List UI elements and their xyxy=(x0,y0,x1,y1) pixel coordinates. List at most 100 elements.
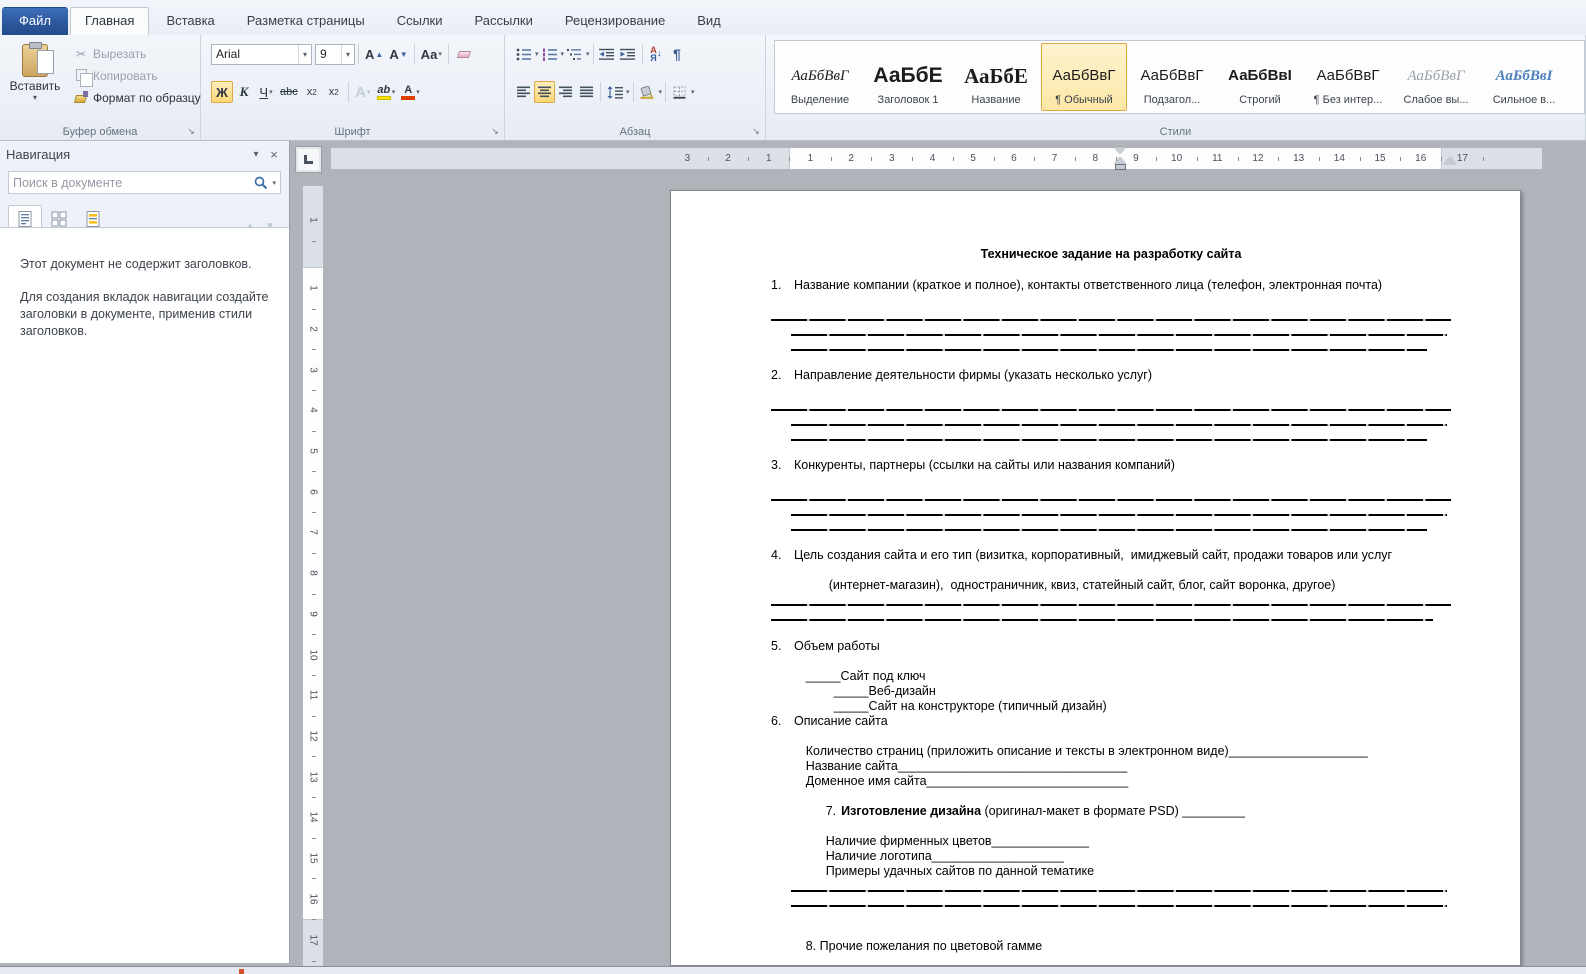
paste-button[interactable]: Вставить ▾ xyxy=(6,39,64,117)
font-size-combo[interactable]: 9 ▾ xyxy=(315,44,355,65)
doc-line[interactable] xyxy=(771,353,1451,368)
align-center-button[interactable] xyxy=(534,81,555,103)
doc-line[interactable] xyxy=(771,398,1451,413)
doc-line[interactable]: 6.Описание сайта xyxy=(771,714,1451,729)
align-right-button[interactable] xyxy=(555,81,576,103)
doc-line[interactable] xyxy=(771,894,1451,909)
style-item[interactable]: АаБбВвІ Сильное в... xyxy=(1481,43,1567,111)
style-item[interactable]: АаБбВвГ Подзагол... xyxy=(1129,43,1215,111)
doc-line[interactable] xyxy=(771,413,1451,428)
chevron-down-icon[interactable]: ▾ xyxy=(272,179,276,187)
shrink-font-button[interactable]: А▼ xyxy=(386,43,410,65)
doc-line[interactable]: (интернет-магазин), одностраничник, квиз… xyxy=(771,563,1451,578)
dialog-launcher-icon[interactable]: ↘ xyxy=(489,125,501,137)
sort-button[interactable]: АЯ↓ xyxy=(646,43,667,65)
bold-button[interactable]: Ж xyxy=(211,81,233,103)
clear-formatting-button[interactable] xyxy=(452,43,474,65)
justify-button[interactable] xyxy=(576,81,597,103)
ribbon-tab[interactable]: Файл xyxy=(2,7,68,35)
vertical-ruler[interactable]: 1 12345678910111213141516 17 xyxy=(302,185,324,974)
change-case-button[interactable]: Аа▾ xyxy=(418,43,445,65)
doc-line[interactable] xyxy=(771,533,1451,548)
copy-button[interactable]: Копировать xyxy=(72,65,201,87)
show-paragraph-marks-button[interactable]: ¶ xyxy=(667,43,688,65)
doc-line[interactable] xyxy=(771,623,1451,639)
ribbon-tab[interactable]: Вставка xyxy=(151,7,229,35)
doc-line[interactable]: Количество страниц (приложить описание и… xyxy=(771,729,1451,744)
search-icon[interactable] xyxy=(254,176,268,190)
font-color-button[interactable]: А ▾ xyxy=(398,81,423,103)
style-item[interactable]: АаБбЕ Название xyxy=(953,43,1039,111)
decrease-indent-button[interactable] xyxy=(597,43,618,65)
underline-button[interactable]: Ч▾ xyxy=(255,81,277,103)
doc-line[interactable] xyxy=(771,488,1451,503)
doc-line[interactable] xyxy=(771,518,1451,533)
doc-line[interactable] xyxy=(771,308,1451,323)
dialog-launcher-icon[interactable]: ↘ xyxy=(750,125,762,137)
italic-button[interactable]: К xyxy=(233,81,255,103)
ribbon-tab[interactable]: Рецензирование xyxy=(550,7,680,35)
doc-line[interactable] xyxy=(771,383,1451,398)
text-effects-button[interactable]: А▾ xyxy=(352,81,374,103)
doc-line[interactable] xyxy=(771,443,1451,458)
doc-line[interactable]: 2.Направление деятельности фирмы (указат… xyxy=(771,368,1451,383)
doc-line[interactable] xyxy=(771,954,1451,966)
line-spacing-button[interactable] xyxy=(604,81,625,103)
tab-stop-selector[interactable] xyxy=(295,146,322,173)
document-title[interactable]: Техническое задание на разработку сайта xyxy=(771,247,1451,262)
ribbon-tab[interactable]: Рассылки xyxy=(460,7,548,35)
style-item[interactable]: АаБбВвГ Выделение xyxy=(777,43,863,111)
doc-line[interactable]: 1.Название компании (краткое и полное), … xyxy=(771,278,1451,293)
doc-line[interactable] xyxy=(771,879,1451,894)
format-painter-button[interactable]: Формат по образцу xyxy=(72,87,201,109)
doc-line[interactable]: 7.Изготовление дизайна (оригинал-макет в… xyxy=(771,789,1451,804)
pane-close-button[interactable]: × xyxy=(265,147,283,162)
superscript-button[interactable]: х2 xyxy=(323,81,345,103)
highlight-button[interactable]: ab ▾ xyxy=(374,81,399,103)
style-item[interactable]: АаБбВвГ ¶ Без интер... xyxy=(1305,43,1391,111)
doc-line[interactable]: Наличие фирменных цветов______________ xyxy=(771,819,1451,834)
document-search-input[interactable]: Поиск в документе ▾ xyxy=(8,171,281,194)
doc-line[interactable] xyxy=(771,503,1451,518)
strikethrough-button[interactable]: abc xyxy=(277,81,301,103)
doc-line[interactable] xyxy=(771,338,1451,353)
status-bar[interactable] xyxy=(0,966,1586,974)
style-item[interactable]: АаБбЕ Заголовок 1 xyxy=(865,43,951,111)
dialog-launcher-icon[interactable]: ↘ xyxy=(185,125,197,137)
doc-line[interactable] xyxy=(771,608,1451,623)
doc-line[interactable] xyxy=(771,428,1451,443)
borders-button[interactable] xyxy=(669,81,690,103)
ribbon-tab[interactable]: Ссылки xyxy=(382,7,458,35)
doc-line[interactable] xyxy=(771,293,1451,308)
doc-line[interactable]: 3.Конкуренты, партнеры (ссылки на сайты … xyxy=(771,458,1451,473)
doc-line[interactable]: 8. Прочие пожелания по цветовой гамме xyxy=(771,924,1451,939)
grow-font-button[interactable]: А▲ xyxy=(362,43,386,65)
left-indent-marker[interactable] xyxy=(1115,164,1126,170)
shading-button[interactable] xyxy=(637,81,658,103)
document-page[interactable]: Техническое задание на разработку сайта … xyxy=(670,190,1521,966)
bullets-button[interactable] xyxy=(513,43,534,65)
doc-line[interactable]: 4.Цель создания сайта и его тип (визитка… xyxy=(771,548,1451,563)
font-name-combo[interactable]: Arial ▾ xyxy=(211,44,312,65)
style-item[interactable]: А xyxy=(1569,43,1585,111)
right-indent-marker[interactable] xyxy=(1444,151,1456,164)
ribbon-tab[interactable]: Главная xyxy=(70,7,149,35)
increase-indent-button[interactable] xyxy=(618,43,639,65)
style-item[interactable]: АаБбВвГ ¶ Обычный xyxy=(1041,43,1127,111)
doc-line[interactable] xyxy=(771,473,1451,488)
numbering-button[interactable] xyxy=(539,43,560,65)
horizontal-ruler[interactable]: 321 12345678910111213141516 17 xyxy=(330,147,1543,170)
subscript-button[interactable]: х2 xyxy=(301,81,323,103)
multilevel-list-button[interactable] xyxy=(564,43,585,65)
ribbon-tab[interactable]: Разметка страницы xyxy=(232,7,380,35)
doc-line[interactable]: 5.Объем работы xyxy=(771,639,1451,654)
doc-line[interactable] xyxy=(771,593,1451,608)
hanging-indent-marker[interactable] xyxy=(1114,151,1126,164)
align-left-button[interactable] xyxy=(513,81,534,103)
cut-button[interactable]: ✂ Вырезать xyxy=(72,43,201,65)
style-item[interactable]: АаБбВвГ Слабое вы... xyxy=(1393,43,1479,111)
doc-line[interactable] xyxy=(771,323,1451,338)
style-item[interactable]: АаБбВвІ Строгий xyxy=(1217,43,1303,111)
ribbon-tab[interactable]: Вид xyxy=(682,7,736,35)
doc-line[interactable] xyxy=(771,909,1451,924)
